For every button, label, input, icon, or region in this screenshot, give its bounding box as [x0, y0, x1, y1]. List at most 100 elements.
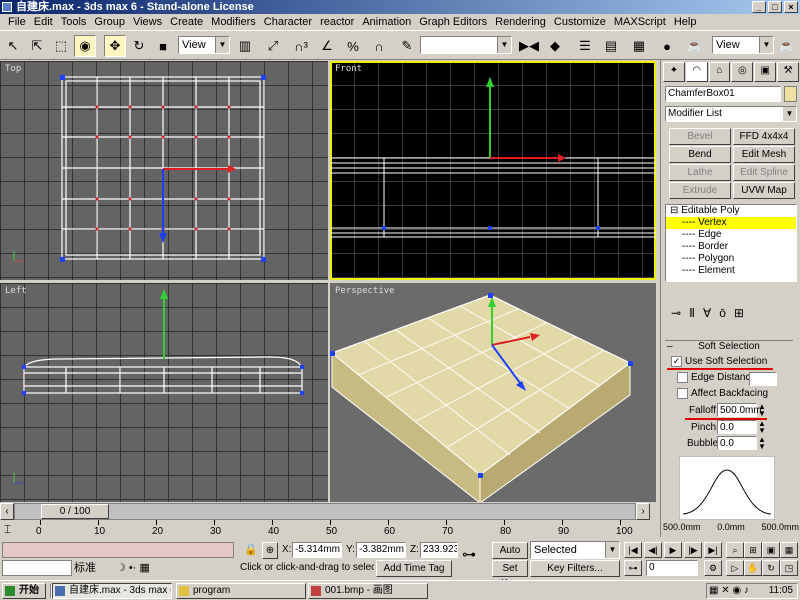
- display-tab-icon[interactable]: ▣: [754, 62, 777, 82]
- angle-snap-icon[interactable]: ∠: [316, 35, 338, 57]
- hierarchy-tab-icon[interactable]: ⌂: [708, 62, 731, 82]
- maximize-viewport-icon[interactable]: ◳: [780, 560, 798, 576]
- maxscript-input[interactable]: [2, 560, 72, 576]
- tray-icons[interactable]: ▦ ✕ ◉ ♪: [709, 584, 749, 598]
- modifier-button[interactable]: Lathe: [669, 164, 731, 181]
- snap-3d-icon[interactable]: ∩³: [290, 35, 312, 57]
- maxscript-listener[interactable]: [2, 542, 234, 558]
- z-coord-field[interactable]: 233.923n: [420, 542, 458, 558]
- soft-selection-header[interactable]: – Soft Selection: [665, 340, 793, 352]
- key-selection-dropdown[interactable]: Selected ▼: [530, 541, 620, 559]
- object-color-swatch[interactable]: [784, 86, 797, 102]
- viewport-top[interactable]: Top: [0, 61, 328, 280]
- key-filters-button[interactable]: Key Filters...: [530, 560, 620, 577]
- menu-item-group[interactable]: Group: [90, 14, 129, 30]
- stack-item-border[interactable]: ---- Border: [666, 241, 796, 253]
- mirror-icon[interactable]: ⤢: [262, 35, 284, 57]
- pivot-icon[interactable]: ▥: [234, 35, 256, 57]
- prev-frame-button[interactable]: ‹: [0, 503, 14, 520]
- select-by-name-icon[interactable]: ⇱: [26, 35, 48, 57]
- go-to-start-icon[interactable]: |◀: [624, 542, 642, 558]
- modifier-button[interactable]: Bend: [669, 146, 731, 163]
- menu-item-graph-editors[interactable]: Graph Editors: [415, 14, 491, 30]
- select-icon[interactable]: ↖: [2, 35, 24, 57]
- current-frame-field[interactable]: 0: [646, 560, 698, 576]
- next-key-icon[interactable]: |▶: [684, 542, 702, 558]
- render-type-dropdown[interactable]: View ▼: [712, 36, 774, 54]
- zoom-extents-icon[interactable]: ▣: [762, 542, 780, 558]
- menu-item-help[interactable]: Help: [670, 14, 701, 30]
- stack-root[interactable]: ⊟ Editable Poly: [666, 205, 796, 217]
- modify-tab-icon[interactable]: ◠: [685, 62, 708, 82]
- menu-item-tools[interactable]: Tools: [57, 14, 91, 30]
- time-slider-thumb[interactable]: 0 / 100: [41, 504, 109, 519]
- falloff-spinner[interactable]: ▲ ▼: [758, 403, 766, 418]
- maximize-button[interactable]: □: [768, 1, 782, 13]
- time-config-icon[interactable]: ⚙: [704, 560, 722, 576]
- curve-editor-icon[interactable]: ▤: [600, 35, 622, 57]
- add-time-tag-button[interactable]: Add Time Tag: [376, 560, 452, 577]
- field-of-view-icon[interactable]: ▷: [726, 560, 744, 576]
- viewport-perspective[interactable]: Perspective: [330, 283, 656, 502]
- modifier-button[interactable]: Edit Spline: [733, 164, 795, 181]
- edit-named-sel-icon[interactable]: ✎: [396, 35, 418, 57]
- percent-snap-icon[interactable]: %: [342, 35, 364, 57]
- show-end-result-icon[interactable]: Ⅱ: [689, 306, 695, 324]
- modifier-button[interactable]: FFD 4x4x4: [733, 128, 795, 145]
- material-editor-icon[interactable]: ●: [656, 35, 678, 57]
- mirror-tool-icon[interactable]: ▶◀: [518, 35, 540, 57]
- track-bar[interactable]: ⌶ 0 10 20 30 40 50 60 70 80 90 100: [0, 520, 660, 540]
- modifier-list-dropdown[interactable]: Modifier List ▼: [665, 106, 797, 122]
- absolute-mode-icon[interactable]: ⊕: [262, 542, 278, 559]
- menu-item-rendering[interactable]: Rendering: [491, 14, 550, 30]
- menu-item-reactor[interactable]: reactor: [316, 14, 358, 30]
- move-icon[interactable]: ✥: [104, 35, 126, 57]
- menu-item-views[interactable]: Views: [129, 14, 166, 30]
- menu-item-maxscript[interactable]: MAXScript: [610, 14, 670, 30]
- zoom-icon[interactable]: ⌕: [726, 542, 744, 558]
- menu-item-file[interactable]: File: [4, 14, 30, 30]
- bubble-field[interactable]: 0.0: [717, 436, 757, 450]
- stack-item-edge[interactable]: ---- Edge: [666, 229, 796, 241]
- stack-item-polygon[interactable]: ---- Polygon: [666, 253, 796, 265]
- pinch-spinner[interactable]: ▲ ▼: [758, 420, 766, 435]
- menu-item-edit[interactable]: Edit: [30, 14, 57, 30]
- start-button[interactable]: 开始: [2, 583, 46, 599]
- rect-selection-icon[interactable]: ⬚: [50, 35, 72, 57]
- auto-key-button[interactable]: Auto Key: [492, 542, 528, 571]
- object-name-field[interactable]: ChamferBox01: [665, 86, 781, 102]
- go-to-end-icon[interactable]: ▶|: [704, 542, 722, 558]
- taskbar-item-program[interactable]: program: [176, 583, 306, 599]
- schematic-icon[interactable]: ▦: [628, 35, 650, 57]
- key-icon[interactable]: ⊶: [462, 546, 476, 563]
- configure-sets-icon[interactable]: ⊞: [734, 306, 744, 324]
- y-coord-field[interactable]: -3.382mm: [356, 542, 406, 558]
- ime-indicator[interactable]: 标准: [74, 560, 112, 576]
- pan-icon[interactable]: ✋: [744, 560, 762, 576]
- affect-backfacing-checkbox[interactable]: Affect Backfacing: [677, 388, 768, 399]
- ime-icons[interactable]: ☽ •· ▦: [116, 560, 156, 576]
- modifier-button[interactable]: Edit Mesh: [733, 146, 795, 163]
- modifier-button[interactable]: UVW Map: [733, 182, 795, 199]
- viewport-left[interactable]: Left: [0, 283, 328, 502]
- scale-icon[interactable]: ■: [152, 35, 174, 57]
- create-tab-icon[interactable]: ✦: [663, 62, 685, 82]
- next-frame-button[interactable]: ›: [636, 503, 650, 520]
- taskbar-item-paint[interactable]: 001.bmp - 画图: [308, 583, 428, 599]
- bubble-spinner[interactable]: ▲ ▼: [758, 436, 766, 451]
- motion-tab-icon[interactable]: ◎: [731, 62, 754, 82]
- zoom-extents-all-icon[interactable]: ▦: [780, 542, 798, 558]
- modifier-button[interactable]: Extrude: [669, 182, 731, 199]
- pin-stack-icon[interactable]: ⊸: [671, 306, 681, 324]
- modifier-button[interactable]: Bevel: [669, 128, 731, 145]
- menu-item-customize[interactable]: Customize: [550, 14, 610, 30]
- taskbar-item-3dsmax[interactable]: 自建床.max - 3ds max 6...: [52, 583, 172, 599]
- ref-coord-dropdown[interactable]: View ▼: [178, 36, 230, 54]
- minimize-button[interactable]: _: [752, 1, 766, 13]
- key-mode-icon[interactable]: ⊶: [624, 560, 642, 576]
- prev-key-icon[interactable]: ◀|: [644, 542, 662, 558]
- make-unique-icon[interactable]: ∀: [703, 306, 711, 324]
- menu-item-create[interactable]: Create: [166, 14, 207, 30]
- lock-selection-icon[interactable]: 🔒: [244, 543, 258, 556]
- menu-item-modifiers[interactable]: Modifiers: [207, 14, 260, 30]
